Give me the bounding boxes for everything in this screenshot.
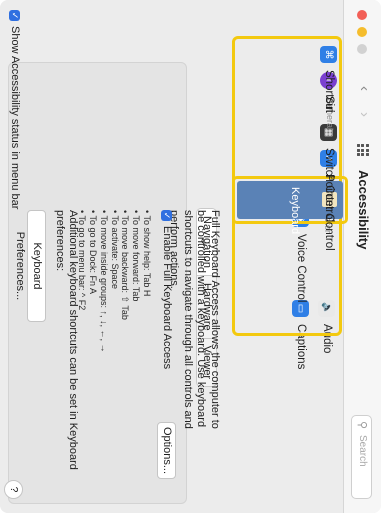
sidebar-list-frame: Keyboard ➚ Pointer Control ▦ Switch Cont… [232,0,348,513]
sidebar-item-label: Switch Control [323,148,335,223]
description-text: Full Keyboard Access allows the computer… [168,210,222,429]
menu-bar-status-label: Show Accessibility status in menu bar [9,26,21,210]
sidebar-item-label: Shortcut [323,70,335,113]
zoom-window-button[interactable] [357,44,367,54]
options-button[interactable]: Options... [157,422,176,479]
enable-label: Enable Full Keyboard Access [161,226,173,370]
toolbar: ‹ › Accessibility ⚲ Search [343,0,381,513]
shortcut-item: To move inside groups: ↑, ↓, ←, → [98,210,109,353]
additional-shortcuts-text: Additional keyboard shortcuts can be set… [54,210,79,470]
search-field[interactable]: ⚲ Search [351,415,372,499]
shortcut-icon: ⌘ [320,46,337,63]
show-all-grid-icon[interactable] [357,144,369,156]
search-icon: ⚲ [356,421,368,430]
shortcut-item: To move forward: Tab [130,210,141,353]
help-button[interactable]: ? [4,480,23,499]
shortcut-item: To go to Dock: Fn A [87,210,98,353]
main-pane: Navigation Hardware Viewer Full Keyboard… [0,0,231,513]
accessibility-window: ‹ › Accessibility ⚲ Search 🔈 Audio ▭ Cap… [0,0,381,513]
window-title: Accessibility [356,170,371,250]
sidebar-item-label: Keyboard [289,187,301,235]
status-bar: ✓ Show Accessibility status in menu bar … [0,0,29,513]
shortcut-item: To activate: Space [109,210,120,353]
minimize-window-button[interactable] [357,27,367,37]
search-placeholder: Search [357,435,368,467]
keyboard-preferences-button[interactable]: Keyboard Preferences... [14,210,46,322]
screenshot-frame: ‹ › Accessibility ⚲ Search 🔈 Audio ▭ Cap… [0,0,381,513]
back-button[interactable]: ‹ [356,86,373,91]
close-window-button[interactable] [357,10,367,20]
forward-button[interactable]: › [356,112,373,117]
shortcut-item: To show help: Tab H [141,210,152,353]
menu-bar-status-checkbox[interactable]: ✓ [9,10,20,21]
shortcut-item: To move backward: ⇧ Tab [120,210,130,353]
enable-checkbox[interactable]: ✓ [161,210,172,221]
shortcut-list: To show help: Tab H To move forward: Tab… [76,210,152,353]
